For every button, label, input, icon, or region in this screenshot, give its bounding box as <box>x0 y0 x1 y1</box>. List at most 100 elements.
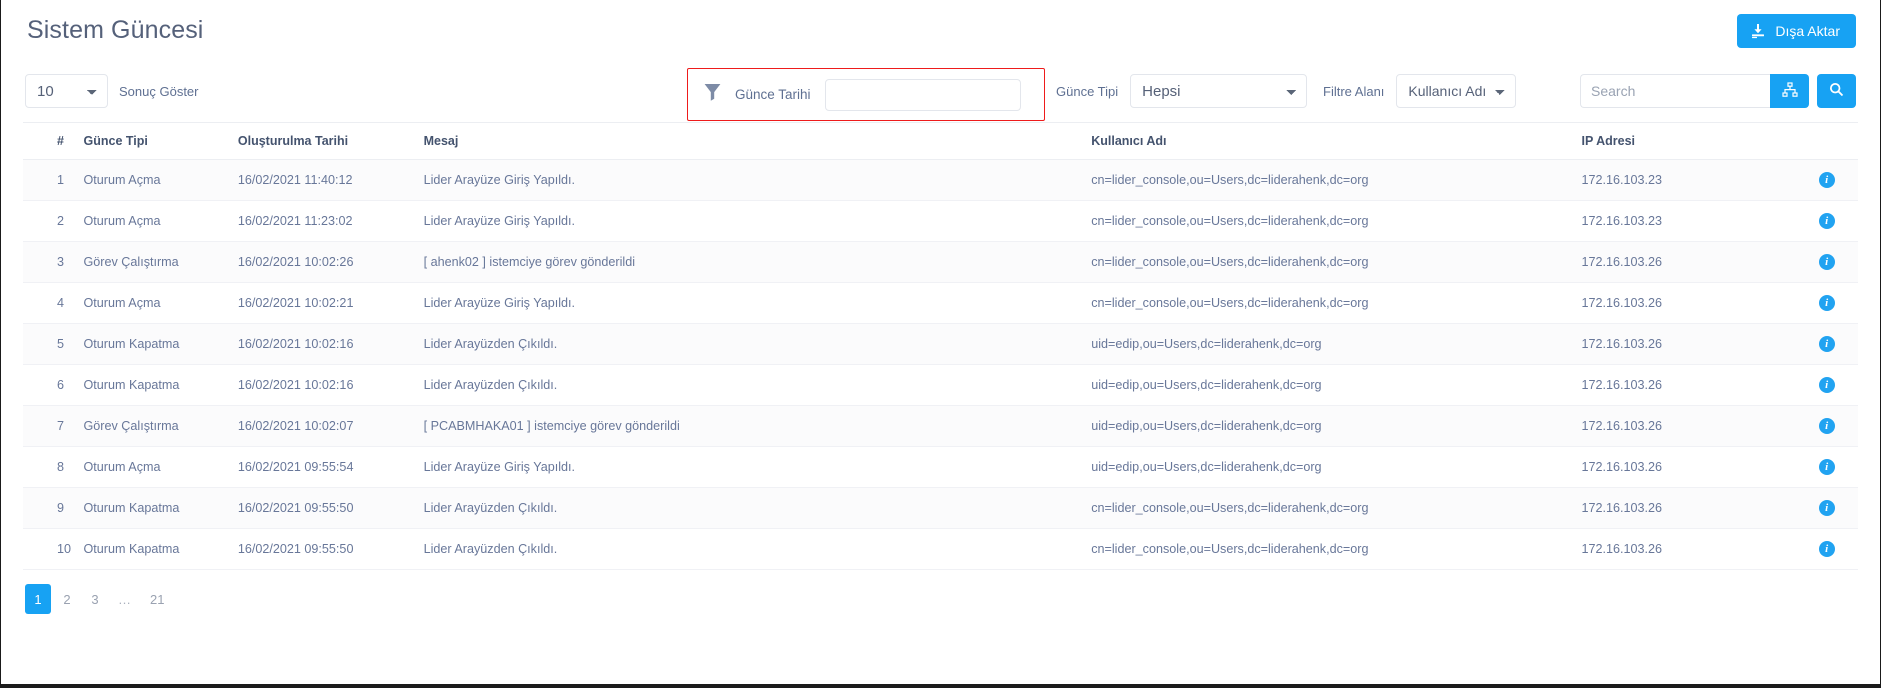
row-message: Lider Arayüzden Çıkıldı. <box>424 529 1092 570</box>
search-button[interactable] <box>1817 74 1856 108</box>
row-log-type: Oturum Kapatma <box>84 488 238 529</box>
row-actions-cell: i <box>1795 160 1858 201</box>
row-created-date: 16/02/2021 10:02:26 <box>238 242 424 283</box>
filtre-alani-label: Filtre Alanı <box>1323 84 1384 99</box>
row-index: 8 <box>23 447 84 488</box>
hierarchy-search-button[interactable] <box>1770 74 1809 108</box>
row-message: Lider Arayüzden Çıkıldı. <box>424 488 1092 529</box>
table-row[interactable]: 9Oturum Kapatma16/02/2021 09:55:50Lider … <box>23 488 1858 529</box>
row-actions-cell: i <box>1795 529 1858 570</box>
col-header-message[interactable]: Mesaj <box>424 123 1092 160</box>
row-created-date: 16/02/2021 10:02:16 <box>238 365 424 406</box>
row-ip-address: 172.16.103.26 <box>1582 529 1796 570</box>
gunce-tarihi-input[interactable] <box>825 79 1021 111</box>
table-row[interactable]: 4Oturum Açma16/02/2021 10:02:21Lider Ara… <box>23 283 1858 324</box>
log-table-head: # Günce Tipi Oluşturulma Tarihi Mesaj Ku… <box>23 123 1858 160</box>
page-length-group: 102550100 Sonuç Göster <box>25 74 199 108</box>
row-log-type: Oturum Kapatma <box>84 324 238 365</box>
row-actions-cell: i <box>1795 242 1858 283</box>
filtre-alani-group: Filtre Alanı Kullanıcı Adı <box>1323 74 1516 108</box>
table-row[interactable]: 1Oturum Açma16/02/2021 11:40:12Lider Ara… <box>23 160 1858 201</box>
row-message: Lider Arayüze Giriş Yapıldı. <box>424 160 1092 201</box>
pagination-page-2[interactable]: 2 <box>55 585 79 613</box>
search-icon <box>1829 82 1844 100</box>
log-table: # Günce Tipi Oluşturulma Tarihi Mesaj Ku… <box>23 122 1858 570</box>
row-username: uid=edip,ou=Users,dc=liderahenk,dc=org <box>1091 406 1581 447</box>
row-ip-address: 172.16.103.26 <box>1582 242 1796 283</box>
row-created-date: 16/02/2021 10:02:07 <box>238 406 424 447</box>
col-header-date[interactable]: Oluşturulma Tarihi <box>238 123 424 160</box>
gunce-tipi-label: Günce Tipi <box>1056 84 1118 99</box>
info-icon[interactable]: i <box>1819 213 1835 229</box>
info-icon[interactable]: i <box>1819 459 1835 475</box>
info-icon[interactable]: i <box>1819 418 1835 434</box>
row-ip-address: 172.16.103.26 <box>1582 488 1796 529</box>
row-username: uid=edip,ou=Users,dc=liderahenk,dc=org <box>1091 365 1581 406</box>
info-icon[interactable]: i <box>1819 336 1835 352</box>
table-row[interactable]: 2Oturum Açma16/02/2021 11:23:02Lider Ara… <box>23 201 1858 242</box>
col-header-user[interactable]: Kullanıcı Adı <box>1091 123 1581 160</box>
col-header-type[interactable]: Günce Tipi <box>84 123 238 160</box>
row-created-date: 16/02/2021 11:23:02 <box>238 201 424 242</box>
row-ip-address: 172.16.103.23 <box>1582 160 1796 201</box>
pagination-page-3[interactable]: 3 <box>83 585 107 613</box>
info-icon[interactable]: i <box>1819 541 1835 557</box>
row-username: cn=lider_console,ou=Users,dc=liderahenk,… <box>1091 242 1581 283</box>
row-actions-cell: i <box>1795 201 1858 242</box>
log-table-container: # Günce Tipi Oluşturulma Tarihi Mesaj Ku… <box>1 122 1880 570</box>
row-message: Lider Arayüze Giriş Yapıldı. <box>424 447 1092 488</box>
row-ip-address: 172.16.103.23 <box>1582 201 1796 242</box>
row-log-type: Görev Çalıştırma <box>84 242 238 283</box>
row-username: cn=lider_console,ou=Users,dc=liderahenk,… <box>1091 201 1581 242</box>
row-ip-address: 172.16.103.26 <box>1582 283 1796 324</box>
table-row[interactable]: 7Görev Çalıştırma16/02/2021 10:02:07[ PC… <box>23 406 1858 447</box>
table-row[interactable]: 6Oturum Kapatma16/02/2021 10:02:16Lider … <box>23 365 1858 406</box>
info-icon[interactable]: i <box>1819 172 1835 188</box>
row-index: 6 <box>23 365 84 406</box>
row-message: Lider Arayüzden Çıkıldı. <box>424 324 1092 365</box>
pagination: 123…21 <box>1 570 1880 614</box>
row-log-type: Oturum Açma <box>84 201 238 242</box>
table-header-row: # Günce Tipi Oluşturulma Tarihi Mesaj Ku… <box>23 123 1858 160</box>
system-log-page: Sistem Güncesi Dışa Aktar 102550100 Sonu… <box>0 0 1881 688</box>
row-ip-address: 172.16.103.26 <box>1582 447 1796 488</box>
row-message: Lider Arayüze Giriş Yapıldı. <box>424 201 1092 242</box>
row-index: 5 <box>23 324 84 365</box>
row-username: uid=edip,ou=Users,dc=liderahenk,dc=org <box>1091 447 1581 488</box>
row-created-date: 16/02/2021 09:55:50 <box>238 488 424 529</box>
table-row[interactable]: 8Oturum Açma16/02/2021 09:55:54Lider Ara… <box>23 447 1858 488</box>
table-row[interactable]: 10Oturum Kapatma16/02/2021 09:55:50Lider… <box>23 529 1858 570</box>
row-log-type: Oturum Açma <box>84 160 238 201</box>
row-index: 1 <box>23 160 84 201</box>
row-username: cn=lider_console,ou=Users,dc=liderahenk,… <box>1091 488 1581 529</box>
page-header: Sistem Güncesi Dışa Aktar <box>1 0 1880 62</box>
info-icon[interactable]: i <box>1819 377 1835 393</box>
row-ip-address: 172.16.103.26 <box>1582 324 1796 365</box>
pagination-page-1[interactable]: 1 <box>25 584 51 614</box>
col-header-actions <box>1795 123 1858 160</box>
row-index: 7 <box>23 406 84 447</box>
row-username: cn=lider_console,ou=Users,dc=liderahenk,… <box>1091 160 1581 201</box>
sitemap-icon <box>1782 82 1798 101</box>
row-log-type: Oturum Açma <box>84 447 238 488</box>
info-icon[interactable]: i <box>1819 500 1835 516</box>
info-icon[interactable]: i <box>1819 254 1835 270</box>
col-header-index[interactable]: # <box>23 123 84 160</box>
row-actions-cell: i <box>1795 447 1858 488</box>
log-table-body: 1Oturum Açma16/02/2021 11:40:12Lider Ara… <box>23 160 1858 570</box>
pagination-page-21[interactable]: 21 <box>143 585 171 613</box>
row-created-date: 16/02/2021 10:02:16 <box>238 324 424 365</box>
row-index: 9 <box>23 488 84 529</box>
row-created-date: 16/02/2021 09:55:54 <box>238 447 424 488</box>
table-row[interactable]: 5Oturum Kapatma16/02/2021 10:02:16Lider … <box>23 324 1858 365</box>
page-length-select[interactable]: 102550100 <box>25 74 108 108</box>
col-header-ip[interactable]: IP Adresi <box>1582 123 1796 160</box>
row-log-type: Oturum Kapatma <box>84 365 238 406</box>
table-row[interactable]: 3Görev Çalıştırma16/02/2021 10:02:26[ ah… <box>23 242 1858 283</box>
row-actions-cell: i <box>1795 283 1858 324</box>
export-button[interactable]: Dışa Aktar <box>1737 14 1856 48</box>
gunce-tipi-select[interactable]: Hepsi <box>1130 74 1307 108</box>
info-icon[interactable]: i <box>1819 295 1835 311</box>
search-input[interactable] <box>1580 74 1770 108</box>
filtre-alani-select[interactable]: Kullanıcı Adı <box>1396 74 1516 108</box>
